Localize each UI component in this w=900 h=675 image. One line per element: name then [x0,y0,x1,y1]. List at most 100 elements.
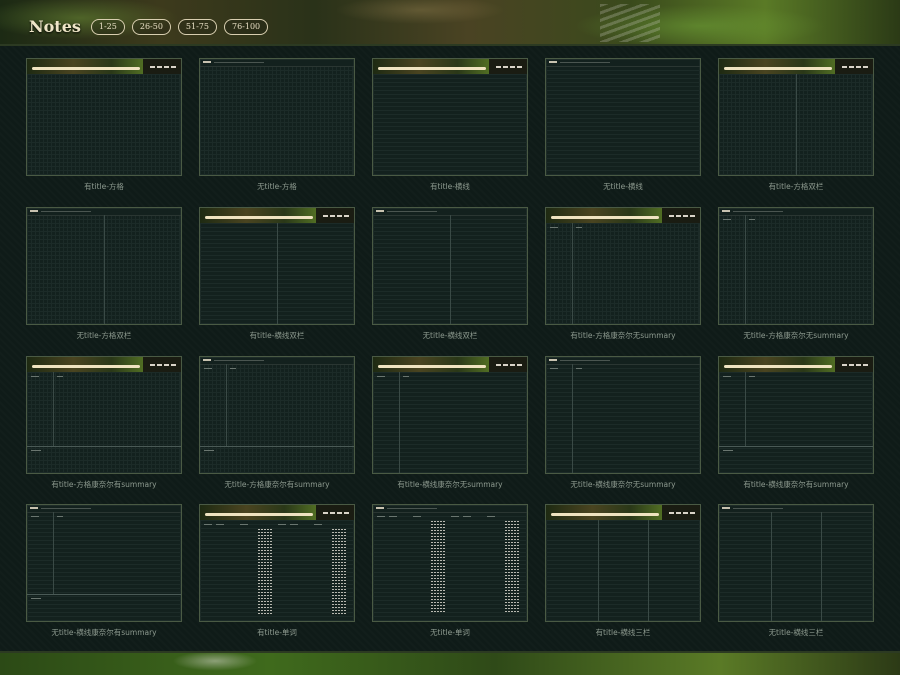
thumbnail-header-bar [200,357,354,365]
thumbnail-date-pills [150,66,176,68]
thumbnail-cue-column-divider [53,512,54,595]
thumbnail-title-field [205,216,313,219]
thumbnail-word-column-label [389,516,397,517]
template-label: 有title-单词 [257,628,297,637]
template-card[interactable]: 有title-方格康奈尔无summary [545,207,701,340]
thumbnail-cue-label [550,227,558,228]
thumbnail-header-bar [719,505,873,513]
template-card[interactable]: 有title-横线康奈尔无summary [372,356,528,489]
thumbnail-cue-label [723,376,731,377]
thumbnail-title-banner [546,208,700,223]
thumbnail-title-field [551,216,659,219]
thumbnail-paper-grid [200,66,354,175]
thumbnail-paper-lines [373,512,527,621]
template-label: 有title-方格康奈尔无summary [570,331,676,340]
thumbnail-word-column-label [204,524,212,525]
thumbnail-title-field [724,67,832,70]
template-card[interactable]: 有title-横线康奈尔有summary [718,356,874,489]
template-label: 无title-横线三栏 [768,628,824,637]
thumbnail-paper-lines [200,520,354,621]
banner-stairs-decoration [600,4,660,42]
template-thumbnail [718,58,874,176]
template-card[interactable]: 无title-单词 [372,504,528,637]
thumbnail-title-banner [200,208,354,223]
template-card[interactable]: 有title-单词 [199,504,355,637]
thumbnail-word-column-label [278,524,286,525]
thumbnail-cue-column-divider [53,372,54,447]
thumbnail-cue-label [31,376,39,377]
thumbnail-date-pills [496,66,522,68]
template-label: 无title-横线 [603,182,643,191]
thumbnail-cue-label [31,516,39,517]
thumbnail-date-pills [669,512,695,514]
thumbnail-cue-label [204,368,212,369]
thumbnail-cue-column-divider [745,372,746,447]
thumbnail-paper-lines [546,66,700,175]
thumbnail-title-banner [719,357,873,372]
template-card[interactable]: 无title-横线 [545,58,701,191]
template-label: 有title-方格康奈尔有summary [51,480,157,489]
thumbnail-notes-label [57,516,63,517]
thumbnail-word-column-label [240,524,248,525]
template-card[interactable]: 无title-横线双栏 [372,207,528,340]
template-card[interactable]: 有title-方格 [26,58,182,191]
template-thumbnail [372,58,528,176]
template-label: 无title-方格双栏 [76,331,132,340]
thumbnail-cue-column-divider [226,364,227,447]
thumbnail-word-dots [332,529,346,614]
thumbnail-paper-grid [546,223,700,324]
thumbnail-header-bar [546,357,700,365]
thumbnail-notes-label [749,376,755,377]
thumbnail-title-banner [200,505,354,520]
thumbnail-summary-label [723,450,733,451]
template-card[interactable]: 无title-方格双栏 [26,207,182,340]
template-card[interactable]: 有title-方格康奈尔有summary [26,356,182,489]
template-card[interactable]: 有title-方格双栏 [718,58,874,191]
thumbnail-cue-label [377,376,385,377]
template-thumbnail [26,356,182,474]
thumbnail-paper-lines [546,364,700,473]
template-thumbnail [545,58,701,176]
template-thumbnail [199,207,355,325]
template-card[interactable]: 无title-横线康奈尔有summary [26,504,182,637]
thumbnail-word-column-label [463,516,471,517]
thumbnail-header-bar [27,505,181,513]
template-card[interactable]: 无title-横线三栏 [718,504,874,637]
thumbnail-title-field [378,67,486,70]
tab-26-50[interactable]: 26-50 [131,18,171,35]
thumbnail-title-field [551,513,659,516]
thumbnail-word-dots [431,521,445,614]
template-label: 有title-横线 [430,182,470,191]
thumbnail-notes-label [576,368,582,369]
thumbnail-title-banner [546,505,700,520]
template-grid: 有title-方格 无title-方格 有title-横线 无title-横线 有tit… [0,46,900,651]
footer-banner [0,651,900,675]
template-card[interactable]: 无title-方格 [199,58,355,191]
thumbnail-title-banner [373,357,527,372]
thumbnail-summary-divider [200,446,354,447]
template-card[interactable]: 有title-横线三栏 [545,504,701,637]
tab-51-75[interactable]: 51-75 [177,18,217,35]
thumbnail-title-field [378,365,486,368]
template-card[interactable]: 有title-横线双栏 [199,207,355,340]
template-thumbnail [199,58,355,176]
thumbnail-date-pills [323,215,349,217]
thumbnail-column-divider [771,512,772,621]
template-label: 有title-横线康奈尔有summary [743,480,849,489]
thumbnail-summary-label [31,450,41,451]
template-card[interactable]: 无title-横线康奈尔无summary [545,356,701,489]
template-thumbnail [718,356,874,474]
thumbnail-column-divider [598,520,599,621]
template-card[interactable]: 无title-方格康奈尔无summary [718,207,874,340]
template-card[interactable]: 有title-横线 [372,58,528,191]
tab-1-25[interactable]: 1-25 [90,18,125,35]
header: Notes 1-25 26-50 51-75 76-100 [29,17,269,36]
thumbnail-title-field [205,513,313,516]
thumbnail-paper-grid [200,364,354,473]
template-card[interactable]: 无title-方格康奈尔有summary [199,356,355,489]
thumbnail-paper-lines [373,372,527,473]
tab-76-100[interactable]: 76-100 [223,18,269,35]
thumbnail-cue-column-divider [572,364,573,473]
thumbnail-header-bar [719,208,873,216]
template-label: 无title-横线双栏 [422,331,478,340]
